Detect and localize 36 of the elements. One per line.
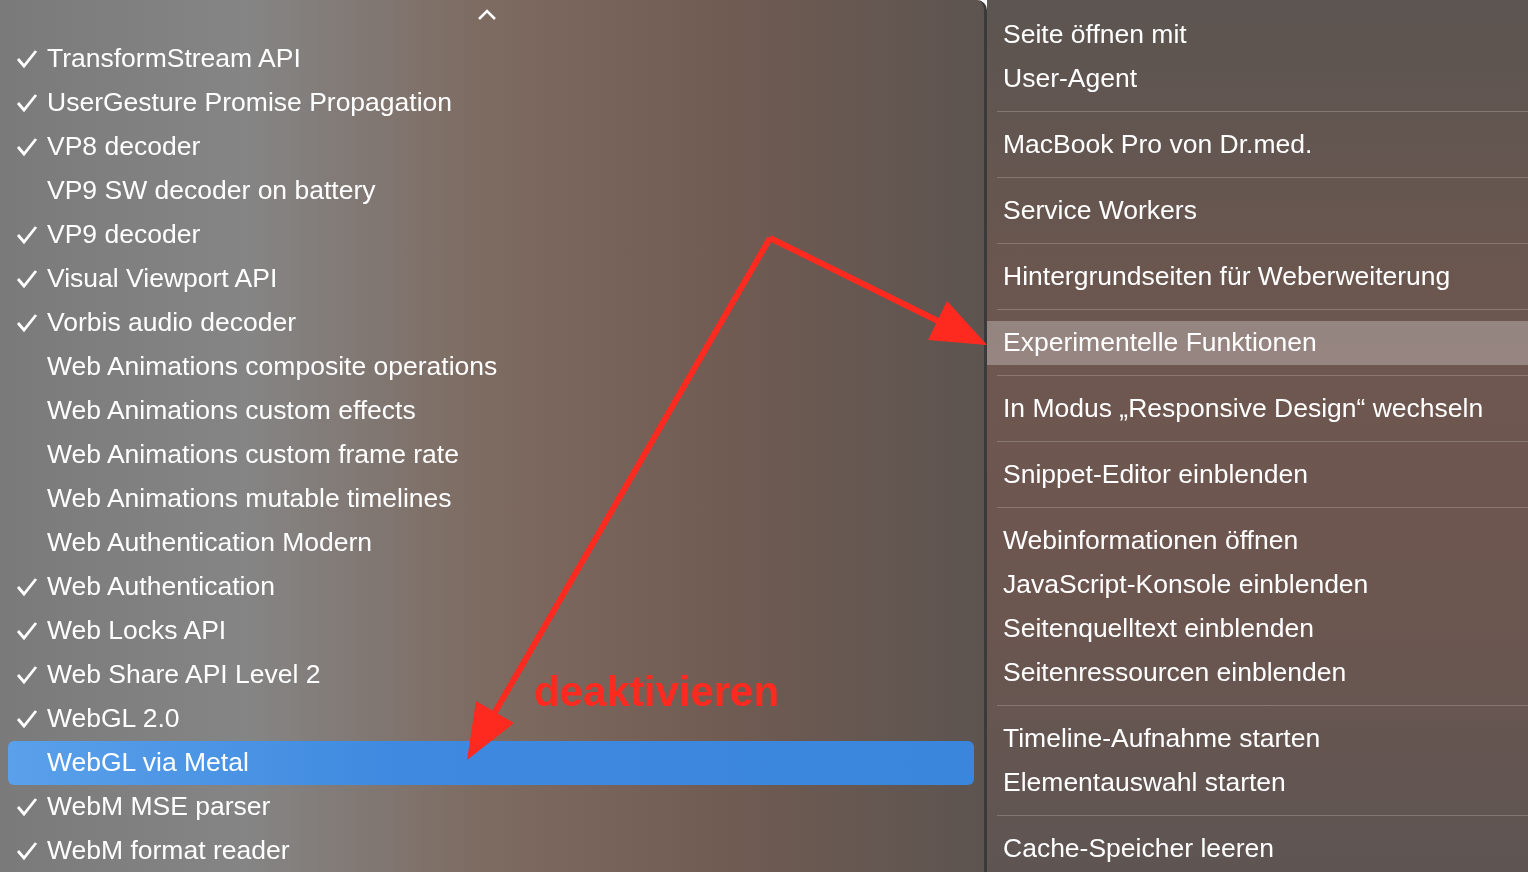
menu-item[interactable]: WebM MSE parser	[8, 785, 279, 829]
menu-item[interactable]: Visual Viewport API	[8, 257, 286, 301]
menu-item[interactable]: Web Animations composite operations	[8, 345, 506, 389]
menu-item[interactable]: Vorbis audio decoder	[8, 301, 304, 345]
menu-item[interactable]: VP9 SW decoder on battery	[8, 169, 384, 213]
menu-item[interactable]: Web Authentication	[8, 565, 283, 609]
menu-item[interactable]: Web Locks API	[8, 609, 235, 653]
menu-item[interactable]: WebM format reader	[8, 829, 298, 872]
menu-item[interactable]: Elementauswahl starten	[987, 761, 1528, 805]
scroll-up-icon[interactable]	[477, 8, 497, 21]
menu-item[interactable]: Timeline-Aufnahme starten	[987, 717, 1528, 761]
menu-item[interactable]: Cache-Speicher leeren	[987, 827, 1528, 871]
menu-item[interactable]: TransformStream API	[8, 37, 309, 81]
menu-item[interactable]: Seitenressourcen einblenden	[987, 651, 1528, 695]
menu-item[interactable]: Web Animations custom frame rate	[8, 433, 467, 477]
menu-item[interactable]: Seitenquelltext einblenden	[987, 607, 1528, 651]
menu-item[interactable]: Experimentelle Funktionen	[987, 321, 1528, 365]
menu-item[interactable]: JavaScript-Konsole einblenden	[987, 563, 1528, 607]
menu-item[interactable]: MacBook Pro von Dr.med.	[987, 123, 1528, 167]
menu-item[interactable]: VP8 decoder	[8, 125, 209, 169]
menu-item[interactable]: Seite öffnen mit	[987, 13, 1528, 57]
menu-item[interactable]: Webinformationen öffnen	[987, 519, 1528, 563]
menu-item[interactable]: Service Workers	[987, 189, 1528, 233]
menu-item[interactable]: Snippet-Editor einblenden	[987, 453, 1528, 497]
menu-item[interactable]: In Modus „Responsive Design“ wechseln	[987, 387, 1528, 431]
menu-item[interactable]: Web Animations custom effects	[8, 389, 424, 433]
menu-item[interactable]: Web Share API Level 2	[8, 653, 329, 697]
menu-item[interactable]: UserGesture Promise Propagation	[8, 81, 461, 125]
menu-item[interactable]: Web Animations mutable timelines	[8, 477, 460, 521]
menu-item[interactable]: Web Authentication Modern	[8, 521, 381, 565]
menu-item[interactable]: Hintergrundseiten für Weberweiterung	[987, 255, 1528, 299]
menu-item[interactable]: WebGL 2.0	[8, 697, 188, 741]
menu-item[interactable]: User-Agent	[987, 57, 1528, 101]
annotation-label: deaktivieren	[534, 667, 780, 717]
menu-item[interactable]: VP9 decoder	[8, 213, 209, 257]
menu-item[interactable]: WebGL via Metal	[8, 741, 974, 785]
